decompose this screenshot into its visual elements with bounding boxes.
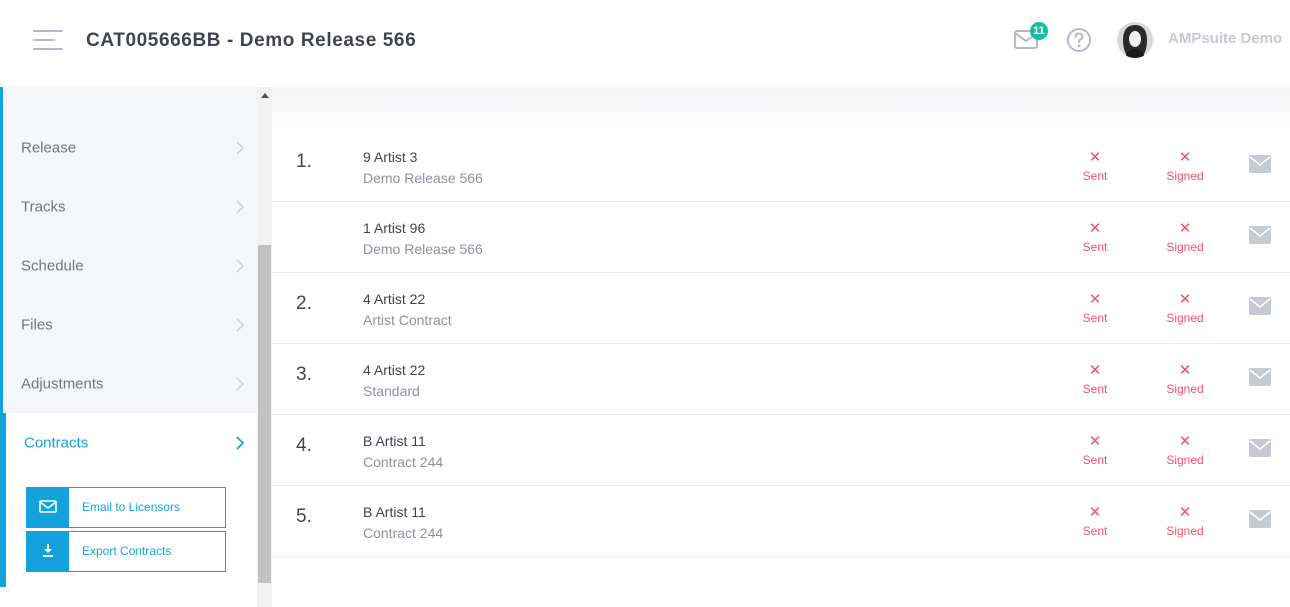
cross-icon: ✕ xyxy=(1178,291,1192,308)
cross-icon: ✕ xyxy=(1088,291,1102,308)
sent-status: ✕ Sent xyxy=(1070,362,1120,397)
sidebar-item-files[interactable]: Files xyxy=(3,295,257,354)
user-avatar[interactable] xyxy=(1117,22,1153,58)
chevron-right-icon xyxy=(236,258,245,273)
chevron-right-icon xyxy=(236,140,245,155)
sidebar-item-label: Contracts xyxy=(24,434,89,451)
button-label: Email to Licensors xyxy=(82,500,181,514)
email-to-licensors-button[interactable]: Email to Licensors xyxy=(26,487,226,528)
licensor-name: 1 Artist 96 xyxy=(363,220,426,236)
sidebar-item-contracts[interactable]: Contracts xyxy=(3,413,257,472)
sidebar-item-release[interactable]: Release xyxy=(3,118,257,177)
list-item: 3. 4 Artist 22 Standard ✕ Sent ✕ Signed xyxy=(272,344,1290,415)
envelope-icon[interactable] xyxy=(1249,510,1271,528)
list-item: 4. B Artist 11 Contract 244 ✕ Sent ✕ Signe… xyxy=(272,415,1290,486)
row-number: 5. xyxy=(296,506,312,527)
sent-status: ✕ Sent xyxy=(1070,504,1120,539)
signed-status: ✕ Signed xyxy=(1160,149,1210,184)
sent-status: ✕ Sent xyxy=(1070,433,1120,468)
licensor-name: 4 Artist 22 xyxy=(363,362,426,378)
licensor-name: B Artist 11 xyxy=(363,433,426,449)
sent-status: ✕ Sent xyxy=(1070,149,1120,184)
contract-name: Standard xyxy=(363,383,420,399)
cross-icon: ✕ xyxy=(1088,504,1102,521)
licensor-name: 9 Artist 3 xyxy=(363,149,418,165)
signed-status: ✕ Signed xyxy=(1160,362,1210,397)
cross-icon: ✕ xyxy=(1178,504,1192,521)
chevron-right-icon xyxy=(236,317,245,332)
page-title: CAT005666BB - Demo Release 566 xyxy=(86,30,417,51)
sidebar-item-label: Adjustments xyxy=(21,375,104,392)
chevron-right-icon xyxy=(236,435,245,450)
notification-badge: 11 xyxy=(1030,22,1048,40)
cross-icon: ✕ xyxy=(1088,220,1102,237)
contracts-list: 1. 9 Artist 3 Demo Release 566 ✕ Sent ✕ Si… xyxy=(272,87,1290,607)
signed-status: ✕ Signed xyxy=(1160,291,1210,326)
envelope-icon xyxy=(27,488,69,527)
scroll-up-arrow[interactable] xyxy=(258,87,271,103)
signed-status: ✕ Signed xyxy=(1160,504,1210,539)
signed-status: ✕ Signed xyxy=(1160,220,1210,255)
export-contracts-button[interactable]: Export Contracts xyxy=(26,531,226,572)
sent-status: ✕ Sent xyxy=(1070,220,1120,255)
envelope-icon[interactable] xyxy=(1249,368,1271,386)
contracts-actions-panel: Email to Licensors Export Contracts xyxy=(3,472,257,587)
row-number: 2. xyxy=(296,293,312,314)
user-name[interactable]: AMPsuite Demo xyxy=(1168,30,1282,47)
sidebar-item-label: Files xyxy=(21,316,53,333)
sidebar-scrollbar-thumb[interactable] xyxy=(258,245,271,583)
sidebar-item-schedule[interactable]: Schedule xyxy=(3,236,257,295)
cross-icon: ✕ xyxy=(1178,149,1192,166)
contract-name: Contract 244 xyxy=(363,525,444,541)
row-number: 3. xyxy=(296,364,312,385)
cross-icon: ✕ xyxy=(1178,220,1192,237)
sidebar-item-label: Tracks xyxy=(21,198,66,215)
cross-icon: ✕ xyxy=(1088,149,1102,166)
button-label: Export Contracts xyxy=(82,544,172,558)
download-icon xyxy=(27,532,69,571)
list-item: 1 Artist 96 Demo Release 566 ✕ Sent ✕ Sign… xyxy=(272,202,1290,273)
row-number: 1. xyxy=(296,151,312,172)
cross-icon: ✕ xyxy=(1178,362,1192,379)
sidebar-item-label: Schedule xyxy=(21,257,84,274)
envelope-icon[interactable] xyxy=(1249,297,1271,315)
envelope-icon[interactable] xyxy=(1249,155,1271,173)
row-number: 4. xyxy=(296,435,312,456)
contract-name: Demo Release 566 xyxy=(363,170,483,186)
envelope-icon[interactable] xyxy=(1249,439,1271,457)
sent-status: ✕ Sent xyxy=(1070,291,1120,326)
licensor-name: 4 Artist 22 xyxy=(363,291,426,307)
contract-name: Demo Release 566 xyxy=(363,241,483,257)
cross-icon: ✕ xyxy=(1178,433,1192,450)
chevron-right-icon xyxy=(236,199,245,214)
list-item: 1. 9 Artist 3 Demo Release 566 ✕ Sent ✕ Si… xyxy=(272,131,1290,202)
licensor-name: B Artist 11 xyxy=(363,504,426,520)
contract-name: Artist Contract xyxy=(363,312,452,328)
signed-status: ✕ Signed xyxy=(1160,433,1210,468)
cross-icon: ✕ xyxy=(1088,362,1102,379)
hamburger-icon[interactable] xyxy=(33,30,63,50)
envelope-icon[interactable] xyxy=(1249,226,1271,244)
list-item: 5. B Artist 11 Contract 244 ✕ Sent ✕ Signe… xyxy=(272,486,1290,557)
sidebar-item-adjustments[interactable]: Adjustments xyxy=(3,354,257,413)
sidebar: Release Tracks Schedule Files Adjustment… xyxy=(3,87,257,587)
sidebar-item-tracks[interactable]: Tracks xyxy=(3,177,257,236)
sidebar-item-label: Release xyxy=(21,139,77,156)
list-item: 2. 4 Artist 22 Artist Contract ✕ Sent ✕ Si… xyxy=(272,273,1290,344)
cross-icon: ✕ xyxy=(1088,433,1102,450)
top-header: CAT005666BB - Demo Release 566 11 AMPsui… xyxy=(0,0,1290,87)
contract-name: Contract 244 xyxy=(363,454,444,470)
question-circle-icon[interactable] xyxy=(1066,27,1092,53)
chevron-right-icon xyxy=(236,376,245,391)
